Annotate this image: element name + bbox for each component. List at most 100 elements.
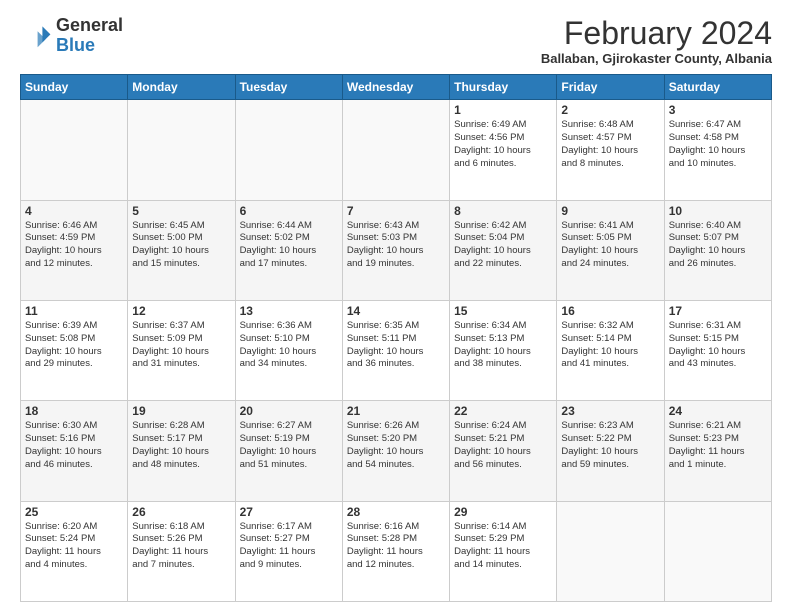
day-number: 14 — [347, 304, 445, 318]
calendar-table: SundayMondayTuesdayWednesdayThursdayFrid… — [20, 74, 772, 602]
day-info: Sunrise: 6:20 AM Sunset: 5:24 PM Dayligh… — [25, 521, 123, 572]
calendar-cell: 3Sunrise: 6:47 AM Sunset: 4:58 PM Daylig… — [664, 100, 771, 200]
day-number: 29 — [454, 505, 552, 519]
day-info: Sunrise: 6:37 AM Sunset: 5:09 PM Dayligh… — [132, 320, 230, 371]
day-info: Sunrise: 6:35 AM Sunset: 5:11 PM Dayligh… — [347, 320, 445, 371]
day-info: Sunrise: 6:45 AM Sunset: 5:00 PM Dayligh… — [132, 220, 230, 271]
day-number: 5 — [132, 204, 230, 218]
day-info: Sunrise: 6:43 AM Sunset: 5:03 PM Dayligh… — [347, 220, 445, 271]
calendar-header-row: SundayMondayTuesdayWednesdayThursdayFrid… — [21, 75, 772, 100]
calendar-cell: 1 Sunrise: 6:49 AM Sunset: 4:56 PM Daylig… — [450, 100, 557, 200]
calendar-header-wednesday: Wednesday — [342, 75, 449, 100]
calendar-header-thursday: Thursday — [450, 75, 557, 100]
calendar-cell: 18 Sunrise: 6:30 AM Sunset: 5:16 PM Dayli… — [21, 401, 128, 501]
day-number: 27 — [240, 505, 338, 519]
logo-text: General Blue — [56, 16, 123, 56]
day-info: Sunrise: 6:40 AM Sunset: 5:07 PM Dayligh… — [669, 220, 767, 271]
calendar-cell: 20 Sunrise: 6:27 AM Sunset: 5:19 PM Dayli… — [235, 401, 342, 501]
day-info: Sunrise: 6:49 AM Sunset: 4:56 PM Dayligh… — [454, 119, 552, 170]
calendar-cell — [128, 100, 235, 200]
day-number: 10 — [669, 204, 767, 218]
calendar-cell: 22Sunrise: 6:24 AM Sunset: 5:21 PM Dayli… — [450, 401, 557, 501]
day-info: Sunrise: 6:23 AM Sunset: 5:22 PM Dayligh… — [561, 420, 659, 471]
calendar-week-row: 11 Sunrise: 6:39 AM Sunset: 5:08 PM Dayli… — [21, 300, 772, 400]
day-number: 26 — [132, 505, 230, 519]
calendar-cell: 8Sunrise: 6:42 AM Sunset: 5:04 PM Daylig… — [450, 200, 557, 300]
day-number: 12 — [132, 304, 230, 318]
calendar-cell: 28 Sunrise: 6:16 AM Sunset: 5:28 PM Dayli… — [342, 501, 449, 601]
calendar-cell: 27 Sunrise: 6:17 AM Sunset: 5:27 PM Dayli… — [235, 501, 342, 601]
calendar-cell — [21, 100, 128, 200]
calendar-cell — [342, 100, 449, 200]
day-info: Sunrise: 6:46 AM Sunset: 4:59 PM Dayligh… — [25, 220, 123, 271]
day-info: Sunrise: 6:18 AM Sunset: 5:26 PM Dayligh… — [132, 521, 230, 572]
day-number: 18 — [25, 404, 123, 418]
calendar-header-friday: Friday — [557, 75, 664, 100]
calendar-cell: 14 Sunrise: 6:35 AM Sunset: 5:11 PM Dayli… — [342, 300, 449, 400]
day-info: Sunrise: 6:27 AM Sunset: 5:19 PM Dayligh… — [240, 420, 338, 471]
day-number: 9 — [561, 204, 659, 218]
calendar-cell — [557, 501, 664, 601]
subtitle: Ballaban, Gjirokaster County, Albania — [541, 51, 772, 66]
logo-general: General — [56, 15, 123, 35]
day-number: 23 — [561, 404, 659, 418]
calendar-week-row: 25 Sunrise: 6:20 AM Sunset: 5:24 PM Dayli… — [21, 501, 772, 601]
calendar-cell: 16Sunrise: 6:32 AM Sunset: 5:14 PM Dayli… — [557, 300, 664, 400]
calendar-cell: 19 Sunrise: 6:28 AM Sunset: 5:17 PM Dayli… — [128, 401, 235, 501]
day-info: Sunrise: 6:44 AM Sunset: 5:02 PM Dayligh… — [240, 220, 338, 271]
day-info: Sunrise: 6:16 AM Sunset: 5:28 PM Dayligh… — [347, 521, 445, 572]
calendar-cell: 25 Sunrise: 6:20 AM Sunset: 5:24 PM Dayli… — [21, 501, 128, 601]
day-info: Sunrise: 6:48 AM Sunset: 4:57 PM Dayligh… — [561, 119, 659, 170]
day-number: 2 — [561, 103, 659, 117]
day-info: Sunrise: 6:28 AM Sunset: 5:17 PM Dayligh… — [132, 420, 230, 471]
page: General Blue February 2024 Ballaban, Gji… — [0, 0, 792, 612]
day-info: Sunrise: 6:42 AM Sunset: 5:04 PM Dayligh… — [454, 220, 552, 271]
calendar-week-row: 18 Sunrise: 6:30 AM Sunset: 5:16 PM Dayli… — [21, 401, 772, 501]
calendar-cell — [664, 501, 771, 601]
day-number: 22 — [454, 404, 552, 418]
calendar-cell: 29 Sunrise: 6:14 AM Sunset: 5:29 PM Dayli… — [450, 501, 557, 601]
day-number: 11 — [25, 304, 123, 318]
calendar-cell: 21Sunrise: 6:26 AM Sunset: 5:20 PM Dayli… — [342, 401, 449, 501]
day-number: 6 — [240, 204, 338, 218]
day-info: Sunrise: 6:36 AM Sunset: 5:10 PM Dayligh… — [240, 320, 338, 371]
day-number: 1 — [454, 103, 552, 117]
day-number: 13 — [240, 304, 338, 318]
calendar-cell — [235, 100, 342, 200]
logo-blue: Blue — [56, 35, 95, 55]
calendar-header-monday: Monday — [128, 75, 235, 100]
logo: General Blue — [20, 16, 123, 56]
calendar-cell: 6 Sunrise: 6:44 AM Sunset: 5:02 PM Daylig… — [235, 200, 342, 300]
day-number: 21 — [347, 404, 445, 418]
day-number: 4 — [25, 204, 123, 218]
day-info: Sunrise: 6:32 AM Sunset: 5:14 PM Dayligh… — [561, 320, 659, 371]
day-number: 3 — [669, 103, 767, 117]
calendar-cell: 4 Sunrise: 6:46 AM Sunset: 4:59 PM Daylig… — [21, 200, 128, 300]
calendar-cell: 11 Sunrise: 6:39 AM Sunset: 5:08 PM Dayli… — [21, 300, 128, 400]
day-number: 25 — [25, 505, 123, 519]
day-number: 19 — [132, 404, 230, 418]
title-block: February 2024 Ballaban, Gjirokaster Coun… — [541, 16, 772, 66]
calendar-cell: 9Sunrise: 6:41 AM Sunset: 5:05 PM Daylig… — [557, 200, 664, 300]
calendar-week-row: 4 Sunrise: 6:46 AM Sunset: 4:59 PM Daylig… — [21, 200, 772, 300]
day-number: 28 — [347, 505, 445, 519]
day-number: 24 — [669, 404, 767, 418]
calendar-header-saturday: Saturday — [664, 75, 771, 100]
calendar-cell: 23 Sunrise: 6:23 AM Sunset: 5:22 PM Dayli… — [557, 401, 664, 501]
calendar-cell: 24Sunrise: 6:21 AM Sunset: 5:23 PM Dayli… — [664, 401, 771, 501]
calendar-cell: 15 Sunrise: 6:34 AM Sunset: 5:13 PM Dayli… — [450, 300, 557, 400]
day-info: Sunrise: 6:39 AM Sunset: 5:08 PM Dayligh… — [25, 320, 123, 371]
header: General Blue February 2024 Ballaban, Gji… — [20, 16, 772, 66]
day-info: Sunrise: 6:34 AM Sunset: 5:13 PM Dayligh… — [454, 320, 552, 371]
day-info: Sunrise: 6:31 AM Sunset: 5:15 PM Dayligh… — [669, 320, 767, 371]
logo-icon — [20, 20, 52, 52]
day-info: Sunrise: 6:14 AM Sunset: 5:29 PM Dayligh… — [454, 521, 552, 572]
day-info: Sunrise: 6:30 AM Sunset: 5:16 PM Dayligh… — [25, 420, 123, 471]
calendar-week-row: 1 Sunrise: 6:49 AM Sunset: 4:56 PM Daylig… — [21, 100, 772, 200]
day-info: Sunrise: 6:17 AM Sunset: 5:27 PM Dayligh… — [240, 521, 338, 572]
calendar-header-sunday: Sunday — [21, 75, 128, 100]
calendar-cell: 13 Sunrise: 6:36 AM Sunset: 5:10 PM Dayli… — [235, 300, 342, 400]
day-number: 7 — [347, 204, 445, 218]
day-number: 15 — [454, 304, 552, 318]
day-number: 20 — [240, 404, 338, 418]
